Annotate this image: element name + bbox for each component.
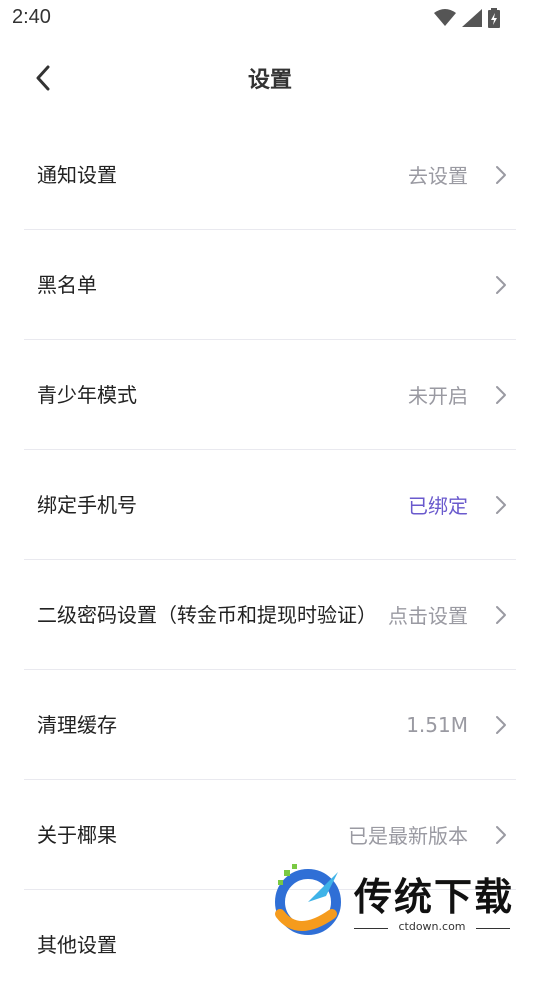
settings-row-blacklist[interactable]: 黑名单 (24, 230, 516, 340)
chevron-right-icon (496, 165, 506, 184)
watermark-text: 传统下载 (354, 875, 515, 919)
chevron-right-icon (496, 715, 506, 734)
row-value: 未开启 (408, 384, 468, 408)
status-icons (434, 8, 500, 28)
settings-row-secondary-password[interactable]: 二级密码设置（转金币和提现时验证） 点击设置 (24, 560, 516, 670)
row-value: 点击设置 (388, 604, 468, 628)
row-label: 清理缓存 (37, 712, 117, 737)
settings-row-notifications[interactable]: 通知设置 去设置 (24, 120, 516, 230)
row-label: 二级密码设置（转金币和提现时验证） (37, 602, 377, 627)
chevron-right-icon (496, 385, 506, 404)
watermark-logo-icon (275, 864, 341, 935)
chevron-right-icon (496, 605, 506, 624)
wifi-icon (434, 9, 456, 26)
settings-row-teen-mode[interactable]: 青少年模式 未开启 (24, 340, 516, 450)
watermark: 传统下载 ctdown.com (268, 862, 518, 938)
watermark-url: ctdown.com (398, 920, 466, 933)
row-label: 黑名单 (37, 272, 97, 297)
chevron-right-icon (496, 825, 506, 844)
signal-icon (462, 9, 482, 27)
battery-icon (488, 8, 500, 28)
chevron-right-icon (496, 495, 506, 514)
row-value: 已绑定 (408, 494, 468, 518)
row-value: 去设置 (408, 164, 468, 188)
settings-row-bind-phone[interactable]: 绑定手机号 已绑定 (24, 450, 516, 560)
row-label: 关于椰果 (37, 822, 117, 847)
status-time: 2:40 (12, 6, 51, 28)
page-title: 设置 (247, 68, 292, 93)
row-label: 绑定手机号 (37, 492, 137, 517)
row-label: 青少年模式 (37, 382, 137, 407)
row-value: 已是最新版本 (348, 824, 468, 848)
nav-bar: 设置 (0, 44, 540, 114)
settings-row-clear-cache[interactable]: 清理缓存 1.51M (24, 670, 516, 780)
chevron-right-icon (496, 275, 506, 294)
status-bar: 2:40 (0, 0, 540, 36)
row-value: 1.51M (406, 712, 468, 737)
row-label: 通知设置 (37, 162, 117, 187)
